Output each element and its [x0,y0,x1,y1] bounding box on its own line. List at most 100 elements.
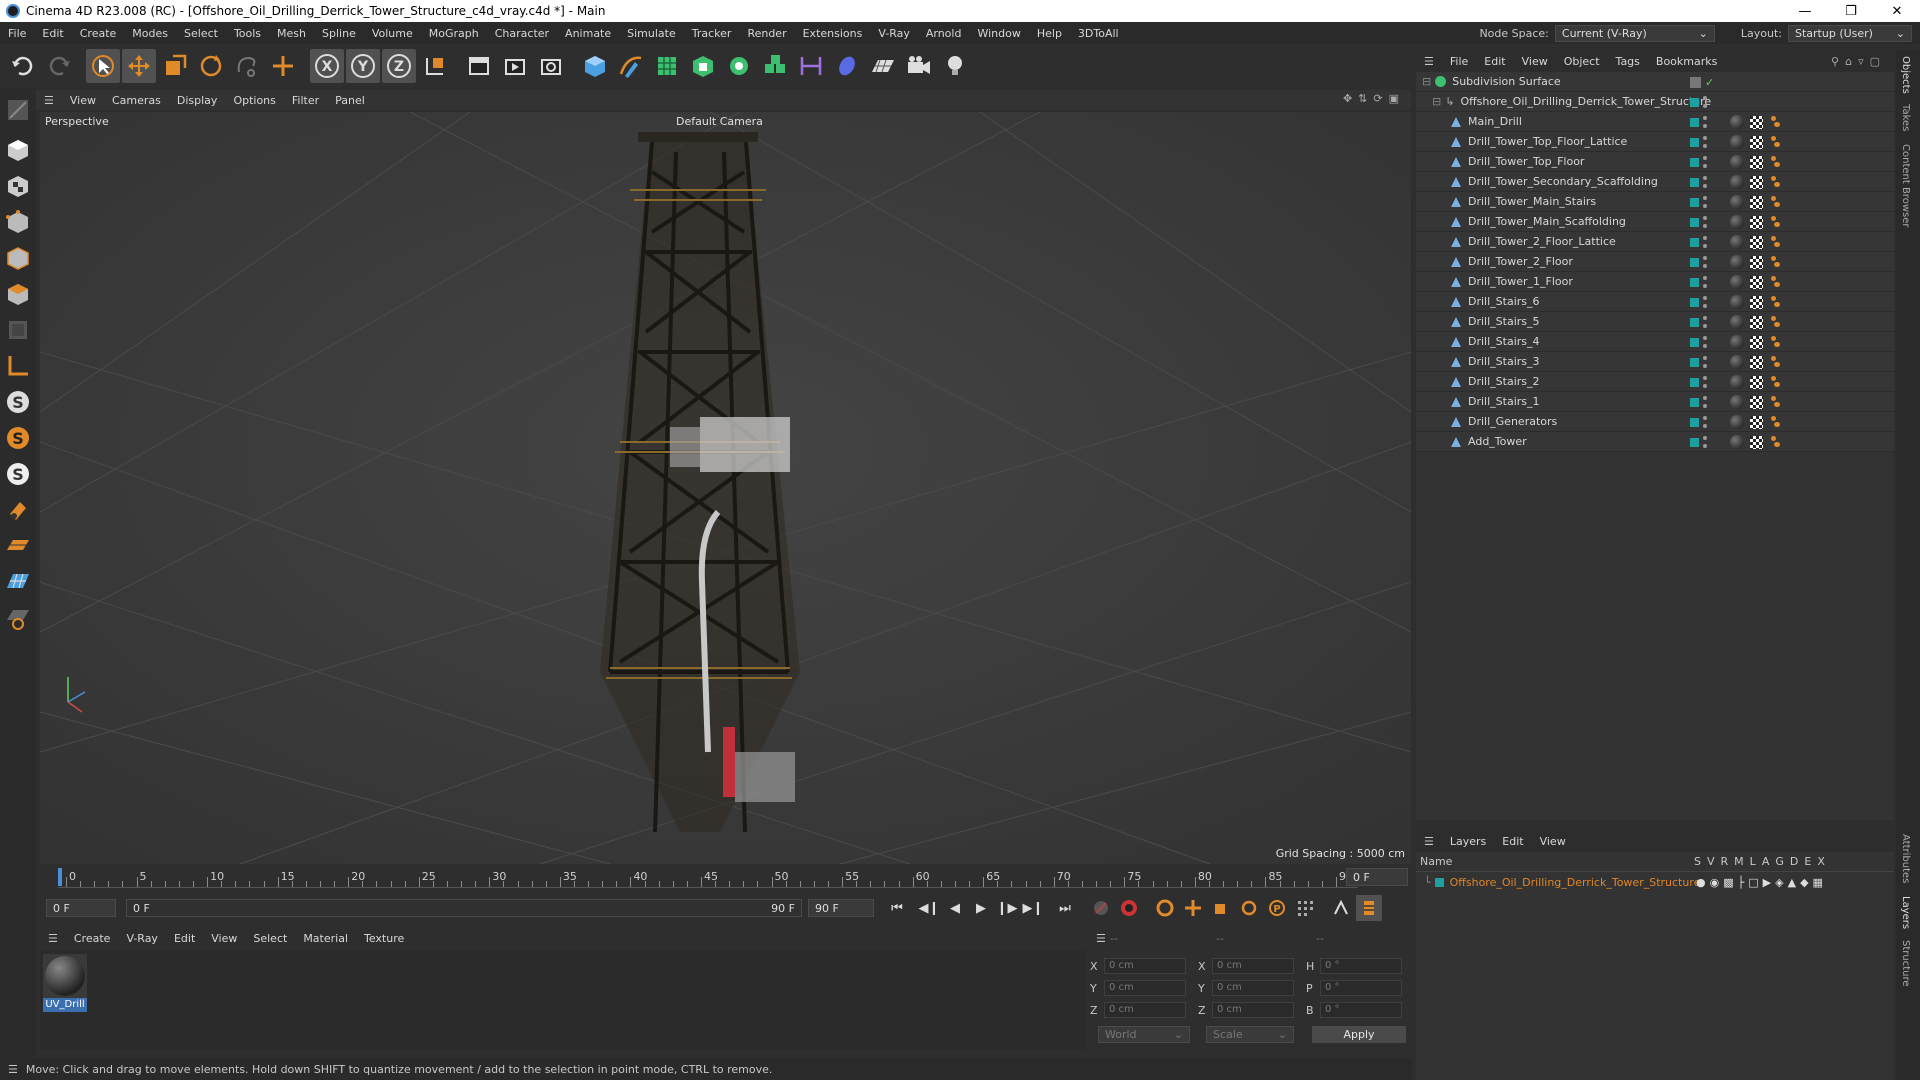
phong-tag-icon[interactable] [1769,356,1781,368]
points-mode-button[interactable] [0,204,36,240]
tab-objects[interactable]: Objects [1900,56,1911,94]
rot-h-field[interactable]: 0 ° [1320,958,1402,974]
expand-collapse-icon[interactable]: ⊟ [1422,75,1431,88]
timeline-ruler[interactable]: 051015202530354045505560657075808590 0 F [40,866,1411,888]
viewport-menu-panel[interactable]: Panel [327,94,373,107]
phong-tag-icon[interactable] [1769,136,1781,148]
visibility-dots-icon[interactable] [1703,376,1707,388]
texture-tag-icon[interactable] [1750,415,1763,429]
texture-tag-icon[interactable] [1750,295,1763,309]
rotate-tool-button[interactable] [194,49,228,83]
menu-modes[interactable]: Modes [124,27,176,40]
texture-tag-icon[interactable] [1750,315,1763,329]
redo-button[interactable] [42,49,76,83]
material-tag-icon[interactable] [1730,315,1744,329]
mat-menu-view[interactable]: View [203,932,245,945]
deformer-button[interactable] [794,49,828,83]
key-pla-icon[interactable] [1292,895,1318,921]
material-tag-icon[interactable] [1730,395,1744,409]
cloner-button[interactable] [722,49,756,83]
scale-tool-button[interactable] [158,49,192,83]
col-header-generators[interactable]: G [1775,855,1784,868]
col-header-view[interactable]: V [1707,855,1715,868]
pos-x-field[interactable]: 0 cm [1104,958,1186,974]
viewport-menu-filter[interactable]: Filter [284,94,327,107]
menu-help[interactable]: Help [1029,27,1070,40]
col-header-expressions[interactable]: E [1804,855,1811,868]
visibility-dots-icon[interactable] [1703,316,1707,328]
texture-tag-icon[interactable] [1750,435,1763,449]
texture-tag-icon[interactable] [1750,275,1763,289]
workplane-grid-button[interactable] [0,564,36,600]
object-row[interactable]: Drill_Tower_Secondary_Scaffolding [1416,172,1894,192]
menu-spline[interactable]: Spline [314,27,364,40]
layout-dropdown[interactable]: Startup (User) ⌄ [1788,24,1912,42]
tab-content-browser[interactable]: Content Browser [1900,144,1911,227]
coord-mode-dropdown[interactable]: World ⌄ [1098,1026,1190,1043]
material-item[interactable]: UV_Drill [43,954,87,1012]
menu-file[interactable]: File [0,27,34,40]
layer-color-swatch[interactable] [1434,877,1444,887]
viewport-menu-options[interactable]: Options [225,94,283,107]
sculpt-brush-button[interactable] [0,492,36,528]
object-row[interactable]: Drill_Tower_2_Floor [1416,252,1894,272]
material-tag-icon[interactable] [1730,175,1744,189]
key-scale-icon[interactable] [1208,895,1234,921]
select-tool-button[interactable] [86,49,120,83]
phong-tag-icon[interactable] [1769,296,1781,308]
object-row-subdivision-surface[interactable]: ⊟ Subdivision Surface ✓ [1416,72,1894,92]
visibility-dots-icon[interactable] [1703,116,1707,128]
timeline-track[interactable]: 051015202530354045505560657075808590 [58,866,1358,888]
menu-select[interactable]: Select [176,27,226,40]
texture-tag-icon[interactable] [1750,195,1763,209]
object-row-group[interactable]: ⊟ ↳ Offshore_Oil_Drilling_Derrick_Tower_… [1416,92,1894,112]
hamburger-menu-icon[interactable]: ☰ [36,94,62,107]
om-menu-bookmarks[interactable]: Bookmarks [1648,55,1725,68]
minimize-button[interactable]: — [1782,0,1828,22]
layer-grid-button[interactable] [0,528,36,564]
xref-icon[interactable]: ▦ [1813,876,1823,889]
visibility-dots-icon[interactable] [1703,256,1707,268]
field-button[interactable] [830,49,864,83]
object-row[interactable]: Drill_Tower_Main_Scaffolding [1416,212,1894,232]
col-header-render[interactable]: R [1721,855,1729,868]
menu-render[interactable]: Render [739,27,794,40]
mat-menu-create[interactable]: Create [66,932,119,945]
model-mode-button[interactable] [0,132,36,168]
phong-tag-icon[interactable] [1769,216,1781,228]
menu-create[interactable]: Create [72,27,125,40]
texture-tag-icon[interactable] [1750,175,1763,189]
tab-structure[interactable]: Structure [1900,940,1911,987]
close-button[interactable]: ✕ [1874,0,1920,22]
object-row[interactable]: Drill_Tower_2_Floor_Lattice [1416,232,1894,252]
col-header-locked[interactable]: L [1750,855,1756,868]
material-tag-icon[interactable] [1730,255,1744,269]
material-tag-icon[interactable] [1730,415,1744,429]
material-tag-icon[interactable] [1730,115,1744,129]
texture-tag-icon[interactable] [1750,335,1763,349]
om-menu-file[interactable]: File [1442,55,1476,68]
mat-menu-vray[interactable]: V-Ray [118,932,166,945]
render-view-button[interactable] [462,49,496,83]
menu-mograph[interactable]: MoGraph [421,27,487,40]
object-row[interactable]: Add_Tower [1416,432,1894,452]
phong-tag-icon[interactable] [1769,176,1781,188]
move-tool-button[interactable] [122,49,156,83]
coordinate-system-button[interactable] [418,49,452,83]
previous-key-icon[interactable]: ◀❙ [916,895,942,921]
size-x-field[interactable]: 0 cm [1212,958,1294,974]
size-z-field[interactable]: 0 cm [1212,1002,1294,1018]
phong-tag-icon[interactable] [1769,336,1781,348]
visibility-dots-icon[interactable] [1703,356,1707,368]
polygons-mode-button[interactable] [0,276,36,312]
material-tag-icon[interactable] [1730,235,1744,249]
material-tag-icon[interactable] [1730,155,1744,169]
start-frame-field[interactable]: 0 F [46,899,116,917]
menu-extensions[interactable]: Extensions [795,27,871,40]
phong-tag-icon[interactable] [1769,256,1781,268]
menu-animate[interactable]: Animate [557,27,619,40]
frame-range-slider[interactable]: 0 F 90 F [126,899,802,917]
col-header-xrefs[interactable]: X [1817,855,1825,868]
render-settings-button[interactable] [534,49,568,83]
eye-icon[interactable]: ◉ [1710,876,1720,889]
